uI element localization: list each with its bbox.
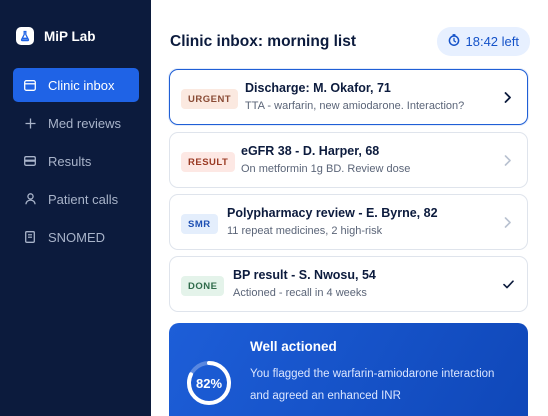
status-badge: SMR xyxy=(181,214,218,234)
sidebar-item-clinic-inbox[interactable]: Clinic inbox xyxy=(13,68,139,102)
clock-icon xyxy=(448,34,460,49)
card-title: eGFR 38 - D. Harper, 68 xyxy=(241,144,380,158)
chevron-right-icon[interactable] xyxy=(501,215,515,229)
inbox-icon xyxy=(24,79,36,91)
page-title: Clinic inbox: morning list xyxy=(170,33,356,50)
card-subtitle: Actioned - recall in 4 weeks xyxy=(233,287,367,299)
timer-label: 18:42 left xyxy=(465,34,520,49)
brand[interactable]: MiP Lab xyxy=(16,27,96,45)
sidebar-item-patient-calls[interactable]: Patient calls xyxy=(13,182,139,216)
inbox-card-discharge[interactable]: URGENT Discharge: M. Okafor, 71 TTA - wa… xyxy=(169,69,528,125)
feedback-text: You flagged the warfarin-amiodarone inte… xyxy=(250,368,495,402)
flask-icon xyxy=(16,27,34,45)
feedback-panel: 82% Well actioned You flagged the warfar… xyxy=(169,323,528,416)
check-icon xyxy=(501,277,515,291)
sidebar-item-results[interactable]: Results xyxy=(13,144,139,178)
card-title: Discharge: M. Okafor, 71 xyxy=(245,81,391,95)
sidebar-item-label: Clinic inbox xyxy=(48,77,115,93)
plus-icon xyxy=(24,117,36,129)
chevron-right-icon[interactable] xyxy=(501,153,515,167)
status-badge: DONE xyxy=(181,276,225,296)
app-name: MiP Lab xyxy=(44,28,96,44)
results-icon xyxy=(24,155,36,167)
sidebar-item-med-reviews[interactable]: Med reviews xyxy=(13,106,139,140)
feedback-title: Well actioned xyxy=(250,339,337,354)
status-badge: RESULT xyxy=(181,152,236,172)
card-subtitle: TTA - warfarin, new amiodarone. Interact… xyxy=(245,100,465,112)
sidebar-item-label: SNOMED xyxy=(48,229,106,245)
inbox-card-bp-result[interactable]: DONE BP result - S. Nwosu, 54 Actioned -… xyxy=(169,256,528,312)
card-subtitle: 11 repeat medicines, 2 high-risk xyxy=(227,225,383,237)
card-title: BP result - S. Nwosu, 54 xyxy=(233,268,376,282)
sidebar-item-label: Results xyxy=(48,153,92,169)
card-title: Polypharmacy review - E. Byrne, 82 xyxy=(227,206,438,220)
chevron-right-icon[interactable] xyxy=(501,90,515,104)
inbox-card-polypharmacy[interactable]: SMR Polypharmacy review - E. Byrne, 82 1… xyxy=(169,194,528,250)
sidebar-item-label: Med reviews xyxy=(48,115,121,131)
person-icon xyxy=(24,193,36,205)
timer-badge: 18:42 left xyxy=(436,27,530,56)
status-badge: URGENT xyxy=(181,89,239,109)
main-panel: Clinic inbox: morning list 18:42 left UR… xyxy=(151,0,548,416)
card-subtitle: On metformin 1g BD. Review dose xyxy=(241,163,411,175)
sidebar-item-label: Patient calls xyxy=(48,191,119,207)
book-icon xyxy=(24,231,36,243)
sidebar-item-snomed[interactable]: SNOMED xyxy=(13,220,139,254)
score-label: 82% xyxy=(195,375,223,391)
sidebar: MiP Lab Clinic inbox Med reviews Results… xyxy=(0,0,151,416)
sidebar-nav: Clinic inbox Med reviews Results Patient… xyxy=(13,68,139,258)
inbox-card-egfr[interactable]: RESULT eGFR 38 - D. Harper, 68 On metfor… xyxy=(169,132,528,188)
